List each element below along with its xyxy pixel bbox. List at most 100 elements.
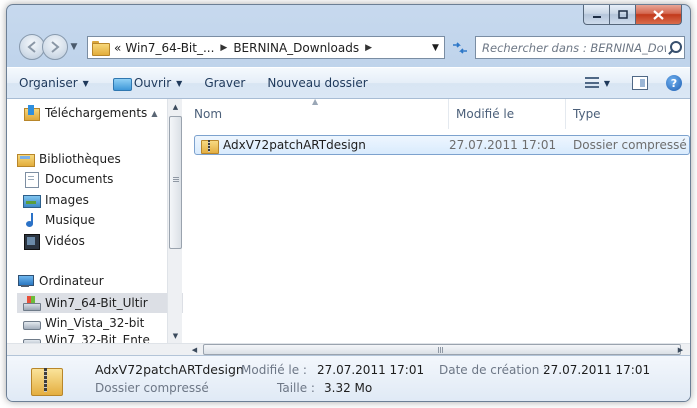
nav-item-label: Win7_64-Bit_Ultir — [45, 296, 148, 310]
column-header-label: Modifié le — [456, 107, 515, 121]
videos-icon — [23, 233, 40, 250]
minimize-button[interactable] — [583, 5, 610, 25]
caption-buttons — [583, 5, 682, 27]
forward-arrow-icon — [51, 41, 60, 53]
scroll-up-arrow-icon[interactable]: ▲ — [168, 99, 183, 114]
dropdown-arrow-icon: ▼ — [603, 78, 610, 88]
nav-item-label: Documents — [45, 172, 114, 186]
zip-folder-icon — [201, 138, 219, 154]
scrollbar-thumb[interactable] — [169, 116, 182, 249]
new-folder-button[interactable]: Nouveau dossier — [253, 68, 375, 98]
drive-icon — [23, 333, 41, 343]
breadcrumb-chevron-icon[interactable]: ▶ — [216, 43, 231, 53]
close-button[interactable] — [636, 5, 682, 25]
navigation-pane: Téléchargements ▲ Bibliothèques Document… — [7, 99, 187, 343]
address-bar[interactable]: « Win7_64-Bit_... ▶ BERNINA_Downloads ▶ … — [87, 36, 445, 59]
nav-item-vista-drive[interactable]: Win_Vista_32-bit — [23, 313, 144, 333]
sort-ascending-icon: ▲ — [312, 97, 319, 106]
nav-pane-scrollbar[interactable]: ▲ ▼ — [167, 99, 182, 343]
nav-item-label: Win_Vista_32-bit — [45, 316, 145, 330]
refresh-button[interactable] — [448, 36, 472, 59]
recent-pages-dropdown[interactable]: ▼ — [68, 34, 80, 60]
details-created-label: Date de création : — [439, 363, 548, 377]
nav-item-win7-64-drive[interactable]: Win7_64-Bit_Ultir — [17, 293, 183, 313]
organize-button[interactable]: Organiser ▼ — [7, 68, 97, 98]
search-placeholder: Rechercher dans : BERNINA_Downloads — [482, 40, 666, 55]
file-list-horizontal-scrollbar[interactable]: ◀ ▶ — [7, 343, 690, 355]
nav-item-label: Téléchargements — [45, 106, 148, 120]
file-list: Nom ▲ Modifié le Type AdxV72patchARTdesi… — [187, 97, 690, 343]
column-header-name[interactable]: Nom ▲ — [187, 97, 449, 129]
computer-icon — [17, 273, 34, 289]
nav-item-music[interactable]: Musique — [23, 210, 95, 230]
nav-item-label: Ordinateur — [39, 274, 104, 288]
scroll-up-arrow-icon: ▲ — [151, 108, 158, 118]
preview-pane-icon[interactable] — [632, 76, 648, 90]
details-file-name: AdxV72patchARTdesign — [95, 362, 244, 377]
documents-icon — [23, 171, 39, 188]
dropdown-arrow-icon: ▼ — [176, 78, 183, 88]
file-row-selected[interactable]: AdxV72patchARTdesign 27.07.2011 17:01 Do… — [194, 135, 690, 155]
breadcrumb-overflow[interactable]: « — [112, 41, 123, 55]
file-modified: 27.07.2011 17:01 — [449, 138, 557, 152]
zip-folder-large-icon — [29, 364, 63, 396]
maximize-button[interactable] — [610, 5, 636, 25]
views-icon — [584, 77, 599, 89]
search-icon[interactable] — [666, 39, 684, 57]
details-created-value: 27.07.2011 17:01 — [543, 363, 651, 377]
details-size-label: Taille : — [277, 381, 315, 395]
details-file-type: Dossier compressé — [95, 381, 209, 395]
forward-button[interactable] — [42, 34, 68, 60]
address-row: ▼ « Win7_64-Bit_... ▶ BERNINA_Downloads … — [7, 32, 690, 62]
nav-item-win7-32-drive[interactable]: Win7_32-Bit_Ente — [23, 333, 150, 343]
drive-icon — [23, 315, 41, 331]
toolbar-right: ▼ ? — [584, 68, 682, 98]
column-header-modified[interactable]: Modifié le — [449, 99, 566, 129]
nav-item-label: Vidéos — [45, 234, 85, 248]
breadcrumb-drive[interactable]: Win7_64-Bit_... — [123, 41, 216, 55]
windows-drive-icon — [23, 295, 41, 311]
change-view-button[interactable]: ▼ — [584, 77, 610, 89]
scroll-down-arrow-icon[interactable]: ▼ — [168, 328, 183, 343]
nav-item-label: Images — [45, 193, 89, 207]
open-folder-icon — [112, 76, 132, 91]
libraries-icon — [17, 151, 35, 167]
address-dropdown-button[interactable]: ▼ — [426, 37, 444, 58]
column-header-type[interactable]: Type — [566, 99, 690, 129]
pictures-icon — [23, 192, 41, 208]
nav-item-libraries[interactable]: Bibliothèques — [17, 149, 121, 169]
new-folder-label: Nouveau dossier — [267, 76, 368, 90]
open-button[interactable]: Ouvrir ▼ — [97, 68, 191, 98]
download-folder-icon — [23, 105, 40, 121]
nav-item-label: Bibliothèques — [39, 152, 121, 166]
navigation-buttons: ▼ — [19, 34, 80, 60]
help-icon[interactable]: ? — [666, 75, 682, 91]
open-label: Ouvrir — [133, 76, 172, 90]
file-name: AdxV72patchARTdesign — [223, 138, 366, 152]
explorer-window: ▼ « Win7_64-Bit_... ▶ BERNINA_Downloads … — [6, 4, 691, 402]
nav-item-documents[interactable]: Documents — [23, 169, 113, 189]
burn-button[interactable]: Graver — [190, 68, 253, 98]
command-bar: Organiser ▼ Ouvrir ▼ Graver Nouveau doss… — [7, 67, 690, 99]
details-modified-value: 27.07.2011 17:01 — [317, 363, 425, 377]
maximize-icon — [617, 10, 628, 19]
dropdown-arrow-icon: ▼ — [82, 78, 89, 88]
column-header-label: Nom — [194, 107, 223, 121]
file-name-cell: AdxV72patchARTdesign — [201, 136, 366, 154]
nav-item-computer[interactable]: Ordinateur — [17, 271, 104, 291]
details-size-value: 3.32 Mo — [324, 381, 373, 395]
breadcrumb-current-folder[interactable]: BERNINA_Downloads — [231, 41, 361, 55]
nav-item-downloads[interactable]: Téléchargements ▲ — [23, 103, 157, 123]
burn-label: Graver — [204, 76, 246, 90]
nav-item-pictures[interactable]: Images — [23, 190, 89, 210]
refresh-icon — [453, 41, 467, 54]
breadcrumb-chevron-icon[interactable]: ▶ — [361, 43, 376, 53]
horizontal-scrollbar-thumb[interactable] — [203, 344, 681, 355]
folder-icon — [92, 41, 110, 56]
column-header-label: Type — [573, 107, 601, 121]
organize-label: Organiser — [19, 76, 78, 90]
nav-item-videos[interactable]: Vidéos — [23, 231, 85, 251]
music-icon — [23, 212, 39, 228]
back-arrow-icon — [27, 41, 36, 53]
search-input[interactable]: Rechercher dans : BERNINA_Downloads — [475, 36, 685, 59]
